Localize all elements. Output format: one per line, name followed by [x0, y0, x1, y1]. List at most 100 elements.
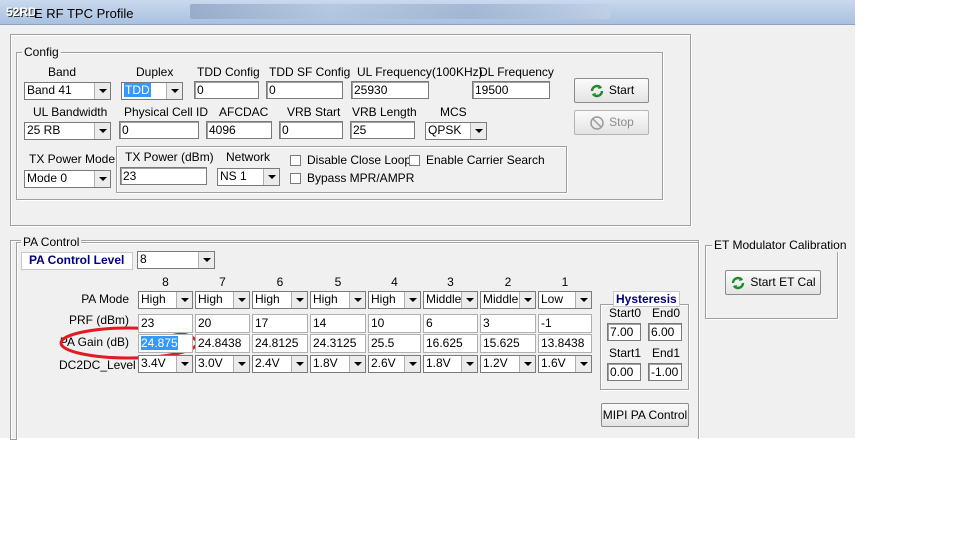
end0-field[interactable]: 6.00 — [648, 323, 682, 341]
pa-mode-select[interactable]: Low — [538, 291, 592, 309]
pa-mode-select[interactable]: High — [310, 291, 366, 309]
chevron-down-icon[interactable] — [470, 123, 486, 139]
prf-cell[interactable]: 23 — [138, 314, 193, 333]
pa-gain-cell[interactable]: 24.8125 — [252, 334, 308, 353]
ul-bandwidth-value: 25 RB — [27, 123, 61, 137]
column-header: 3 — [447, 275, 454, 289]
pa-gain-cell[interactable]: 13.8438 — [538, 334, 592, 353]
pa-mode-select[interactable]: High — [138, 291, 193, 309]
prf-cell[interactable]: 17 — [252, 314, 308, 333]
chevron-down-icon[interactable] — [349, 356, 365, 372]
bypass-mpr-checkbox[interactable] — [290, 173, 301, 184]
mipi-pa-control-button[interactable]: MIPI PA Control — [601, 403, 689, 427]
start-et-cal-label: Start ET Cal — [750, 275, 816, 289]
chevron-down-icon[interactable] — [94, 123, 110, 139]
stop-icon — [590, 116, 604, 130]
start-button[interactable]: Start — [574, 78, 649, 103]
tdd-config-field[interactable]: 0 — [194, 81, 259, 99]
prf-cell[interactable]: 10 — [368, 314, 421, 333]
band-select[interactable]: Band 41 — [24, 82, 111, 100]
chevron-down-icon[interactable] — [166, 83, 182, 99]
end1-field[interactable]: -1.00 — [648, 363, 682, 381]
pa-gain-cell[interactable]: 15.625 — [480, 334, 536, 353]
dc2dc-level-select[interactable]: 1.2V — [480, 355, 536, 373]
start1-field[interactable]: 0.00 — [607, 363, 641, 381]
chevron-down-icon[interactable] — [176, 292, 192, 308]
column-header: 1 — [561, 275, 569, 289]
tx-power-label: TX Power (dBm) — [125, 150, 214, 164]
duplex-select[interactable]: TDD — [121, 82, 183, 100]
chevron-down-icon[interactable] — [461, 356, 477, 372]
obscured-title-area — [190, 4, 610, 19]
pa-mode-select[interactable]: High — [252, 291, 308, 309]
pa-control-legend: PA Control — [21, 235, 82, 249]
chevron-down-icon[interactable] — [233, 292, 249, 308]
chevron-down-icon[interactable] — [198, 252, 214, 268]
chevron-down-icon[interactable] — [176, 356, 192, 372]
network-select[interactable]: NS 1 — [217, 168, 280, 186]
tdd-sf-config-field[interactable]: 0 — [266, 81, 343, 99]
pa-mode-select[interactable]: Middle — [423, 291, 478, 309]
dc2dc-level-select[interactable]: 1.8V — [310, 355, 366, 373]
chevron-down-icon[interactable] — [263, 169, 279, 185]
dc2dc-level-select[interactable]: 2.6V — [368, 355, 421, 373]
bypass-mpr-label: Bypass MPR/AMPR — [307, 171, 415, 185]
afcdac-field[interactable]: 4096 — [206, 121, 272, 139]
dc2dc-level-select[interactable]: 1.6V — [538, 355, 592, 373]
pa-gain-cell[interactable]: 24.3125 — [310, 334, 366, 353]
pa-mode-value: Middle — [426, 292, 462, 306]
start-et-cal-button[interactable]: Start ET Cal — [725, 270, 821, 295]
prf-cell[interactable]: -1 — [538, 314, 592, 333]
prf-cell[interactable]: 3 — [480, 314, 536, 333]
dc2dc-level-select[interactable]: 2.4V — [252, 355, 308, 373]
chevron-down-icon[interactable] — [349, 292, 365, 308]
dc2dc-level-select[interactable]: 3.0V — [195, 355, 250, 373]
mcs-select[interactable]: QPSK — [425, 122, 487, 140]
pa-control-level-select[interactable]: 8 — [137, 251, 215, 269]
chevron-down-icon[interactable] — [575, 292, 591, 308]
chevron-down-icon[interactable] — [461, 292, 477, 308]
chevron-down-icon[interactable] — [94, 83, 110, 99]
pa-gain-cell[interactable]: 24.8438 — [195, 334, 250, 353]
prf-cell[interactable]: 6 — [423, 314, 478, 333]
pa-gain-value: 24.8438 — [198, 336, 242, 350]
chevron-down-icon[interactable] — [291, 356, 307, 372]
pa-gain-value: 24.875 — [141, 336, 178, 350]
chevron-down-icon[interactable] — [404, 292, 420, 308]
chevron-down-icon[interactable] — [291, 292, 307, 308]
tx-power-field[interactable]: 23 — [120, 167, 207, 185]
pa-gain-cell[interactable]: 24.875 — [138, 334, 193, 353]
prf-cell[interactable]: 14 — [310, 314, 366, 333]
dc2dc-level-select[interactable]: 1.8V — [423, 355, 478, 373]
prf-cell[interactable]: 20 — [195, 314, 250, 333]
column-header: 7 — [219, 275, 226, 289]
tx-power-mode-select[interactable]: Mode 0 — [24, 170, 111, 188]
refresh-icon — [732, 276, 745, 290]
dc2dc-level-select[interactable]: 3.4V — [138, 355, 193, 373]
stop-button[interactable]: Stop — [574, 110, 649, 135]
pa-gain-value: 16.625 — [426, 336, 463, 350]
disable-close-loop-checkbox[interactable] — [290, 155, 301, 166]
vrb-start-label: VRB Start — [287, 105, 341, 119]
chevron-down-icon[interactable] — [94, 171, 110, 187]
ul-bandwidth-select[interactable]: 25 RB — [24, 122, 111, 140]
chevron-down-icon[interactable] — [575, 356, 591, 372]
enable-carrier-search-checkbox[interactable] — [409, 155, 420, 166]
chevron-down-icon[interactable] — [519, 292, 535, 308]
vrb-start-field[interactable]: 0 — [279, 121, 343, 139]
chevron-down-icon[interactable] — [404, 356, 420, 372]
network-value: NS 1 — [220, 169, 247, 183]
pa-gain-cell[interactable]: 25.5 — [368, 334, 421, 353]
chevron-down-icon[interactable] — [233, 356, 249, 372]
ul-frequency-field[interactable]: 25930 — [351, 81, 429, 99]
pa-mode-select[interactable]: Middle — [480, 291, 536, 309]
start0-field[interactable]: 7.00 — [607, 323, 641, 341]
pa-mode-select[interactable]: High — [368, 291, 421, 309]
pa-mode-select[interactable]: High — [195, 291, 250, 309]
chevron-down-icon[interactable] — [519, 356, 535, 372]
pa-gain-cell[interactable]: 16.625 — [423, 334, 478, 353]
vrb-length-field[interactable]: 25 — [350, 121, 415, 139]
dl-frequency-field[interactable]: 19500 — [472, 81, 550, 99]
physical-cell-id-field[interactable]: 0 — [119, 121, 199, 139]
network-label: Network — [226, 150, 271, 164]
